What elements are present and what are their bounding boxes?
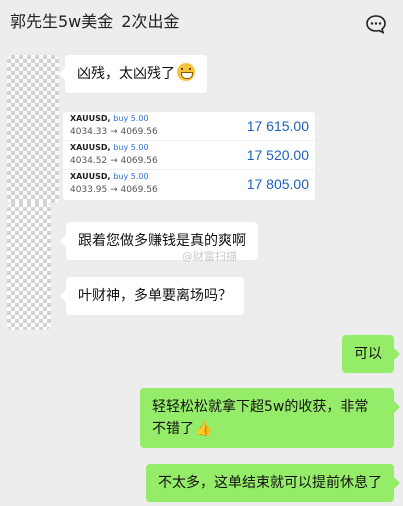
message-text: 凶残，太凶残了	[77, 66, 175, 82]
message-bubble-outgoing[interactable]: 轻轻松松就拿下超5w的收获，非常不错了👍	[140, 388, 400, 448]
trade-direction: buy 5.00	[113, 114, 149, 123]
trade-prices: 4033.95 → 4069.56	[70, 185, 158, 195]
trade-symbol: XAUUSD, buy 5.00	[70, 114, 149, 123]
message-bubble-outgoing[interactable]: 不太多，这单结束就可以提前休息了	[146, 464, 400, 502]
chat-header: 郭先生5w美金 2次出金	[0, 0, 403, 44]
trade-profit: 17 615.00	[246, 118, 309, 134]
grinning-face-emoji-icon	[177, 63, 195, 81]
trade-symbol: XAUUSD, buy 5.00	[70, 172, 149, 181]
message-text: 可以	[354, 346, 382, 362]
trade-row: XAUUSD, buy 5.00 4033.95 → 4069.56 17 80…	[63, 170, 315, 199]
trade-prices: 4034.52 → 4069.56	[70, 156, 158, 166]
chat-menu-button[interactable]	[365, 14, 387, 35]
contact-avatar[interactable]	[7, 203, 51, 330]
message-bubble-incoming[interactable]: 凶残，太凶残了	[59, 55, 207, 93]
chat-bubble-dots-icon	[366, 15, 386, 35]
trade-symbol: XAUUSD, buy 5.00	[70, 143, 149, 152]
trade-row: XAUUSD, buy 5.00 4034.52 → 4069.56 17 52…	[63, 141, 315, 170]
watermark: @财富扫描	[182, 250, 237, 263]
trade-profit: 17 805.00	[246, 176, 309, 192]
message-text: 不太多，这单结束就可以提前休息了	[158, 475, 382, 491]
thumbs-up-emoji-icon: 👍	[195, 421, 213, 437]
message-bubble-outgoing[interactable]: 可以	[342, 335, 400, 373]
message-text: 跟着您做多赚钱是真的爽啊	[78, 233, 246, 249]
chat-title: 郭先生5w美金 2次出金	[10, 8, 179, 32]
trade-profit: 17 520.00	[246, 147, 309, 163]
trade-screenshot-card[interactable]: XAUUSD, buy 5.00 4034.33 → 4069.56 17 61…	[63, 112, 315, 200]
trade-prices: 4034.33 → 4069.56	[70, 127, 158, 137]
trade-direction: buy 5.00	[113, 143, 149, 152]
contact-name: 郭先生5w美金	[10, 12, 114, 31]
trade-direction: buy 5.00	[113, 172, 149, 181]
message-text: 叶财神，多单要离场吗？	[78, 288, 232, 304]
contact-avatar[interactable]	[7, 55, 59, 203]
contact-name-suffix: 2次出金	[121, 12, 180, 31]
message-text: 轻轻松松就拿下超5w的收获，非常不错了	[152, 399, 369, 437]
trade-row: XAUUSD, buy 5.00 4034.33 → 4069.56 17 61…	[63, 112, 315, 141]
message-bubble-incoming[interactable]: 叶财神，多单要离场吗？	[60, 277, 244, 315]
